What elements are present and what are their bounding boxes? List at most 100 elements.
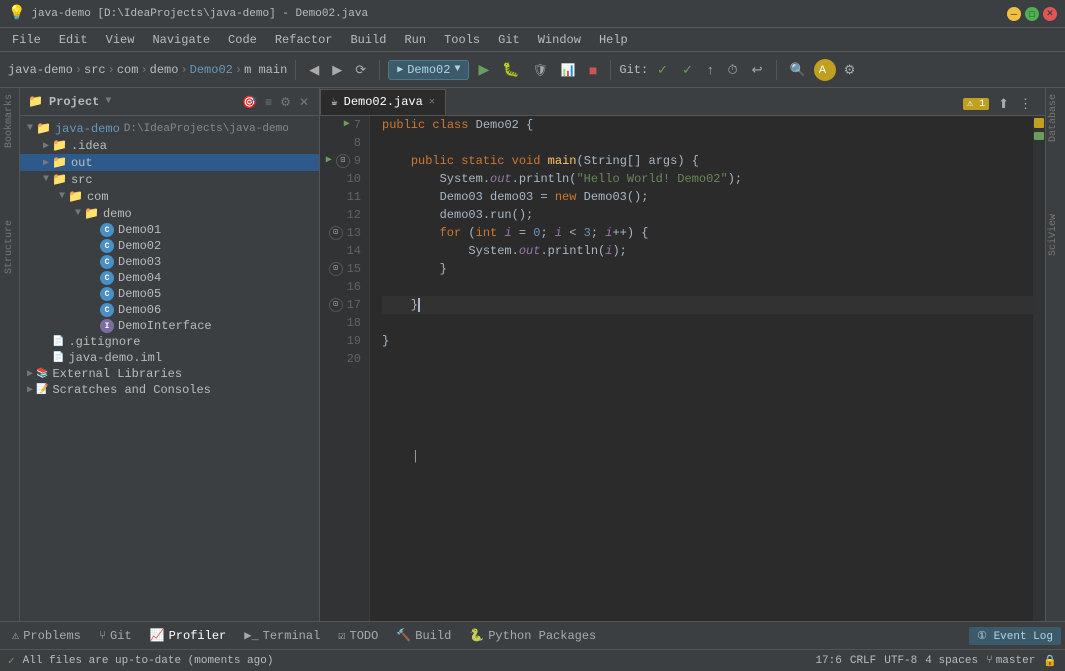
- back-button[interactable]: ◀: [304, 59, 324, 81]
- tab-label-demo02: Demo02.java: [344, 95, 423, 109]
- menu-item-refactor[interactable]: Refactor: [267, 31, 341, 49]
- breadcrumb-demo02[interactable]: Demo02: [190, 63, 233, 77]
- tree-item-demo04[interactable]: ▶ C Demo04: [20, 270, 319, 286]
- run-gutter-9[interactable]: ▶: [326, 152, 332, 170]
- minimize-button[interactable]: ─: [1007, 7, 1021, 21]
- tree-item-demo06[interactable]: ▶ C Demo06: [20, 302, 319, 318]
- menu-item-window[interactable]: Window: [530, 31, 589, 49]
- tree-item-src[interactable]: ▼ 📁 src: [20, 171, 319, 188]
- git-history-button[interactable]: ⏱: [722, 59, 742, 81]
- breadcrumb-demo[interactable]: demo: [150, 63, 179, 77]
- line-num-11: 11: [320, 188, 361, 206]
- run-config-dropdown[interactable]: ▶ Demo02 ▼: [388, 60, 469, 80]
- event-log-button[interactable]: ① Event Log: [969, 627, 1061, 645]
- sciview-panel-label[interactable]: SciView: [1046, 208, 1065, 262]
- todo-icon: ☑: [338, 628, 345, 643]
- bottom-tab-git[interactable]: ⑂ Git: [91, 626, 140, 646]
- close-button[interactable]: ✕: [1043, 7, 1057, 21]
- tree-item-root[interactable]: ▼ 📁 java-demo D:\IdeaProjects\java-demo: [20, 120, 319, 137]
- panel-close-button[interactable]: ✕: [297, 93, 311, 111]
- run-button[interactable]: ▶: [473, 58, 494, 81]
- run-gutter-7[interactable]: ▶: [344, 116, 350, 134]
- menu-item-git[interactable]: Git: [490, 31, 528, 49]
- database-panel-label[interactable]: Database: [1046, 88, 1065, 148]
- maximize-button[interactable]: □: [1025, 7, 1039, 21]
- tab-icon-demo02: ☕: [331, 95, 338, 109]
- menu-item-file[interactable]: File: [4, 31, 49, 49]
- status-lock[interactable]: 🔒: [1043, 654, 1057, 668]
- menu-item-edit[interactable]: Edit: [51, 31, 96, 49]
- tree-item-demo02[interactable]: ▶ C Demo02: [20, 238, 319, 254]
- tree-item-demointerface[interactable]: ▶ I DemoInterface: [20, 318, 319, 334]
- recent-files-button[interactable]: ⟳: [350, 59, 371, 81]
- tree-item-scratches[interactable]: ▶ 📝 Scratches and Consoles: [20, 382, 319, 398]
- tree-item-demo[interactable]: ▼ 📁 demo: [20, 205, 319, 222]
- tree-arrow-out: ▶: [40, 157, 52, 169]
- menu-item-build[interactable]: Build: [342, 31, 394, 49]
- menu-item-tools[interactable]: Tools: [436, 31, 488, 49]
- editor-overflow-button[interactable]: ⋮: [1014, 93, 1037, 115]
- gutter-info-1: [1034, 132, 1044, 140]
- settings-button[interactable]: ⚙: [839, 59, 861, 81]
- tree-item-demo03[interactable]: ▶ C Demo03: [20, 254, 319, 270]
- git-revert-button[interactable]: ↩: [747, 59, 768, 81]
- tree-item-extlib[interactable]: ▶ 📚 External Libraries: [20, 366, 319, 382]
- status-encoding[interactable]: UTF-8: [884, 655, 917, 667]
- bottom-tab-todo[interactable]: ☑ TODO: [330, 625, 386, 646]
- tree-item-idea[interactable]: ▶ 📁 .idea: [20, 137, 319, 154]
- status-position[interactable]: 17:6: [815, 655, 841, 667]
- status-vcs-sync[interactable]: ✓: [8, 654, 15, 668]
- bottom-tab-problems[interactable]: ⚠ Problems: [4, 625, 89, 646]
- tree-item-iml[interactable]: ▶ 📄 java-demo.iml: [20, 350, 319, 366]
- toolbar-separator-3: [610, 60, 611, 80]
- file-icon-gitignore: 📄: [52, 336, 64, 348]
- bottom-tab-profiler[interactable]: 📈 Profiler: [142, 625, 235, 646]
- warning-badge: ⚠ 1: [963, 98, 989, 110]
- panel-locate-button[interactable]: 🎯: [240, 93, 259, 111]
- git-update-button[interactable]: ✓: [652, 59, 673, 81]
- forward-button[interactable]: ▶: [327, 59, 347, 81]
- coverage-button[interactable]: 🛡: [528, 60, 553, 80]
- tree-item-com[interactable]: ▼ 📁 com: [20, 188, 319, 205]
- profile-icon-button[interactable]: A: [814, 59, 836, 81]
- profile-button[interactable]: 📊: [556, 60, 581, 80]
- editor-expand-button[interactable]: ⬆: [993, 93, 1014, 115]
- search-button[interactable]: 🔍: [785, 59, 811, 81]
- menu-item-help[interactable]: Help: [591, 31, 636, 49]
- tree-item-demo01[interactable]: ▶ C Demo01: [20, 222, 319, 238]
- breadcrumb-src[interactable]: src: [84, 63, 106, 77]
- status-line-ending[interactable]: CRLF: [850, 655, 876, 667]
- bookmarks-panel-label[interactable]: Bookmarks: [2, 88, 17, 154]
- bottom-tab-python[interactable]: 🐍 Python Packages: [461, 625, 604, 646]
- breadcrumb-method[interactable]: m main: [244, 63, 287, 77]
- panel-collapse-button[interactable]: ≡: [263, 93, 274, 111]
- git-push-button[interactable]: ↑: [702, 59, 719, 80]
- editor-tab-demo02[interactable]: ☕ Demo02.java ✕: [320, 89, 446, 115]
- code-line-10: System.out.println("Hello World! Demo02"…: [382, 170, 1033, 188]
- status-vcs-branch[interactable]: ⑂ master: [986, 655, 1035, 667]
- tree-item-gitignore[interactable]: ▶ 📄 .gitignore: [20, 334, 319, 350]
- stop-button[interactable]: ■: [584, 59, 602, 81]
- line-num-17: ⊡ 17: [320, 296, 361, 314]
- git-commit-button[interactable]: ✓: [677, 59, 698, 81]
- bottom-tab-build[interactable]: 🔨 Build: [388, 625, 459, 646]
- tree-item-out[interactable]: ▶ 📁 out: [20, 154, 319, 171]
- tree-label-demo04: Demo04: [118, 271, 161, 285]
- bottom-tab-terminal[interactable]: ▶_ Terminal: [236, 625, 328, 646]
- tree-label-demo01: Demo01: [118, 223, 161, 237]
- menu-item-run[interactable]: Run: [396, 31, 434, 49]
- panel-settings-button[interactable]: ⚙: [278, 93, 293, 111]
- tree-item-demo05[interactable]: ▶ C Demo05: [20, 286, 319, 302]
- menu-item-code[interactable]: Code: [220, 31, 265, 49]
- breadcrumb-project[interactable]: java-demo: [8, 63, 73, 77]
- code-content[interactable]: public class Demo02 { public static void…: [370, 116, 1033, 621]
- status-indent[interactable]: 4 spaces: [925, 655, 978, 667]
- menu-item-navigate[interactable]: Navigate: [144, 31, 218, 49]
- code-line-11: Demo03 demo03 = new Demo03();: [382, 188, 1033, 206]
- menu-item-view[interactable]: View: [98, 31, 143, 49]
- structure-panel-label[interactable]: Structure: [2, 214, 17, 280]
- tree-label-src: src: [71, 173, 93, 187]
- tab-close-demo02[interactable]: ✕: [429, 96, 435, 108]
- breadcrumb-com[interactable]: com: [117, 63, 139, 77]
- debug-button[interactable]: 🐛: [497, 58, 524, 81]
